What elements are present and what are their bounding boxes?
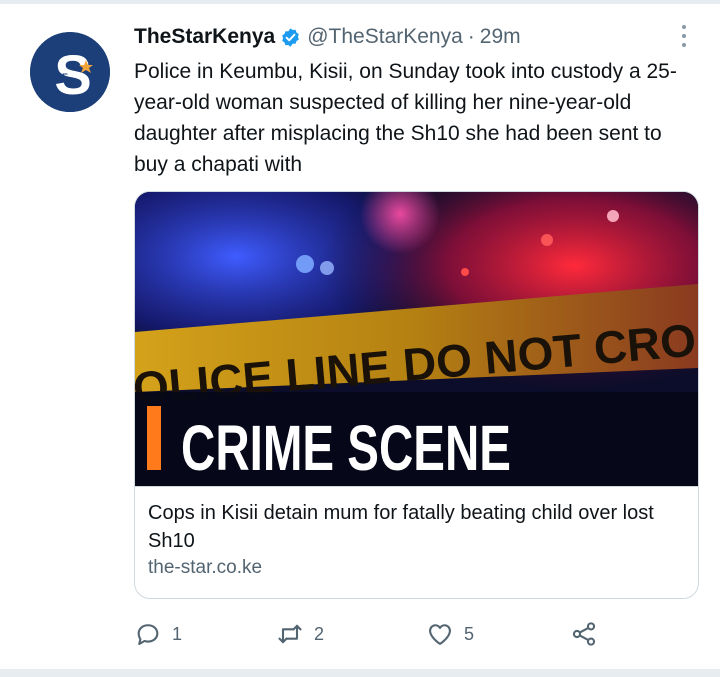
retweet-icon	[276, 620, 304, 648]
display-name[interactable]: TheStarKenya	[134, 25, 275, 49]
handle[interactable]: @TheStarKenya	[307, 25, 463, 49]
top-divider	[0, 0, 720, 4]
retweet-count: 2	[314, 623, 325, 644]
tweet-text: Police in Keumbu, Kisii, on Sunday took …	[134, 60, 677, 176]
reply-count: 1	[172, 623, 183, 644]
card-domain: the-star.co.ke	[148, 557, 263, 578]
reply-button[interactable]: 1	[134, 618, 182, 650]
like-button[interactable]: 5	[426, 618, 474, 650]
like-icon	[426, 620, 454, 648]
tweet[interactable]: S THE TheStarKenya @TheStarKenya · 29m P…	[0, 0, 720, 677]
like-count: 5	[464, 623, 475, 644]
reply-icon	[134, 620, 162, 648]
card-title[interactable]: Cops in Kisii detain mum for fatally bea…	[148, 499, 688, 555]
link-card[interactable]: OLICE LINE DO NOT CROS CRIME SCENE Cops …	[134, 191, 699, 599]
image-banner-text: CRIME SCENE	[181, 412, 511, 484]
tweet-header: TheStarKenya @TheStarKenya · 29m	[134, 22, 521, 52]
card-image[interactable]: OLICE LINE DO NOT CROS CRIME SCENE	[135, 192, 698, 486]
avatar-small-text: THE	[50, 72, 68, 82]
separator-dot: ·	[467, 25, 475, 48]
verified-icon	[280, 27, 301, 48]
card-body[interactable]: Cops in Kisii detain mum for fatally bea…	[135, 486, 698, 598]
timestamp[interactable]: 29m	[480, 25, 521, 49]
retweet-button[interactable]: 2	[276, 618, 324, 650]
share-button[interactable]	[570, 618, 598, 650]
avatar[interactable]: S THE	[30, 32, 110, 112]
more-icon[interactable]	[676, 22, 692, 50]
bottom-divider	[0, 669, 720, 677]
share-icon	[570, 620, 598, 648]
action-bar: 1 2 5	[134, 618, 694, 650]
